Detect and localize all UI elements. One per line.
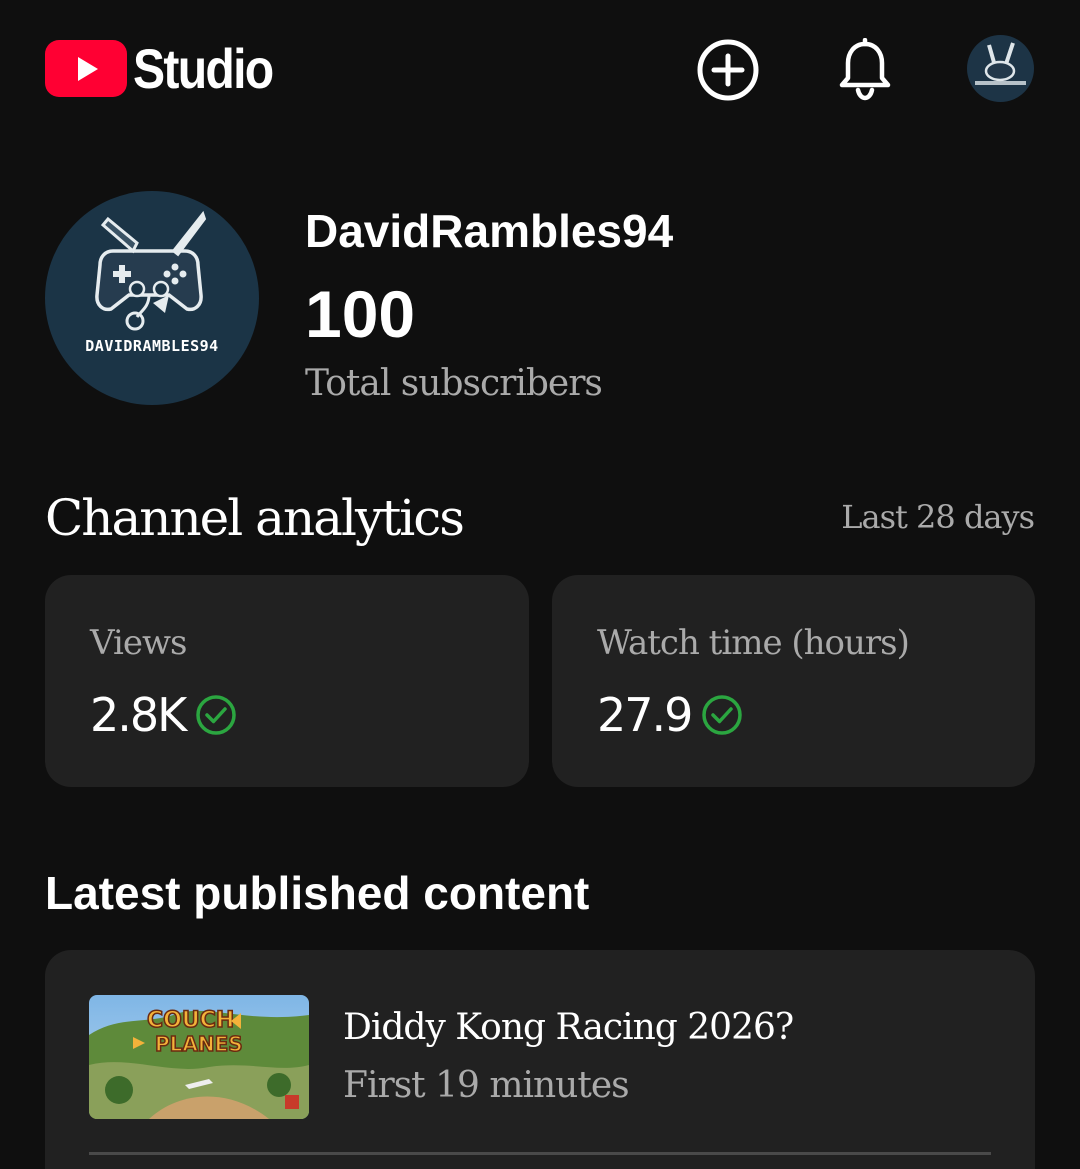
watch-time-value-row: 27.9 — [597, 687, 743, 743]
watch-time-label: Watch time (hours) — [597, 623, 910, 663]
channel-avatar[interactable]: DAVIDRAMBLES94 — [45, 191, 259, 405]
youtube-studio-logo[interactable]: Studio — [45, 40, 295, 97]
views-value-row: 2.8K — [90, 687, 237, 743]
analytics-title: Channel analytics — [45, 489, 465, 547]
video-meta: First 19 minutes — [343, 1065, 630, 1106]
account-avatar[interactable] — [967, 35, 1034, 102]
video-thumbnail[interactable]: COUCH PLANES — [89, 995, 309, 1119]
studio-dashboard: Studio DAVIDRAMBLES94 DavidRambles94 100… — [0, 0, 1080, 1169]
check-circle-icon — [702, 695, 743, 735]
top-app-bar: Studio — [0, 0, 1080, 140]
divider — [89, 1152, 991, 1155]
subscriber-label: Total subscribers — [305, 363, 603, 404]
create-button[interactable] — [696, 38, 760, 102]
views-card[interactable]: Views 2.8K — [45, 575, 529, 787]
youtube-logo-icon — [45, 40, 127, 97]
watch-time-value: 27.9 — [597, 688, 693, 742]
controller-logo-icon — [95, 210, 207, 331]
thumbnail-text-planes: PLANES — [155, 1032, 243, 1056]
create-plus-icon — [697, 39, 759, 101]
views-label: Views — [90, 623, 188, 663]
latest-content-title: Latest published content — [45, 867, 590, 919]
video-title[interactable]: Diddy Kong Racing 2026? — [343, 1006, 794, 1050]
latest-content-card: COUCH PLANES Diddy Kong Racing 2026? Fir… — [45, 950, 1035, 1169]
thumbnail-text-couch: COUCH — [147, 1008, 234, 1033]
check-circle-icon — [196, 695, 237, 735]
watch-time-card[interactable]: Watch time (hours) 27.9 — [552, 575, 1035, 787]
views-value: 2.8K — [90, 688, 187, 742]
subscriber-count: 100 — [305, 277, 416, 351]
avatar-channel-text: DAVIDRAMBLES94 — [85, 337, 219, 355]
analytics-period: Last 28 days — [841, 498, 1035, 536]
bell-icon — [839, 38, 891, 101]
notifications-button[interactable] — [833, 38, 897, 102]
channel-name: DavidRambles94 — [305, 205, 674, 257]
app-name: Studio — [133, 36, 274, 100]
